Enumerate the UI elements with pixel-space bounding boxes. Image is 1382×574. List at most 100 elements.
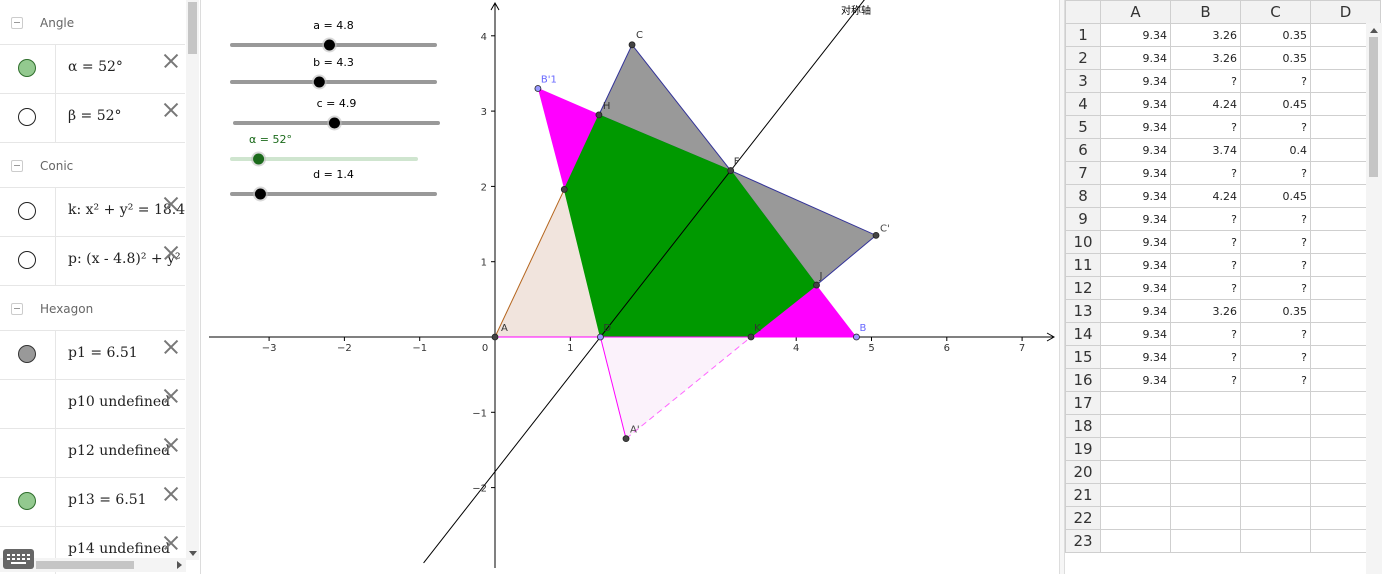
- marble-cell[interactable]: [0, 478, 56, 526]
- delete-icon[interactable]: [160, 50, 182, 72]
- delete-icon[interactable]: [160, 385, 182, 407]
- visibility-toggle-icon[interactable]: [18, 492, 36, 510]
- sheet-cell[interactable]: ?: [1240, 115, 1311, 139]
- triangle-fill-lilac[interactable]: [600, 337, 752, 439]
- algebra-group-hexagon[interactable]: Hexagon: [0, 286, 185, 330]
- sheet-cell[interactable]: [1170, 483, 1241, 507]
- sheet-cell[interactable]: ?: [1240, 345, 1311, 369]
- sheet-cell[interactable]: [1240, 506, 1311, 530]
- marble-cell[interactable]: [0, 380, 56, 428]
- point-j[interactable]: [813, 281, 820, 289]
- delete-icon[interactable]: [160, 99, 182, 121]
- sheet-cell[interactable]: [1240, 391, 1311, 415]
- graphics-canvas[interactable]: −3−2−1012345674321−1−2 对称轴 ABCDFHJKC'A'B…: [201, 0, 1059, 574]
- row-header[interactable]: 9: [1065, 207, 1101, 231]
- algebra-group-angle[interactable]: Angle: [0, 0, 185, 44]
- sheet-cell[interactable]: 9.34: [1100, 92, 1171, 116]
- scroll-thumb[interactable]: [36, 561, 134, 569]
- algebra-item[interactable]: p10 undefined: [0, 379, 185, 428]
- point-d[interactable]: [597, 333, 604, 341]
- sheet-cell[interactable]: 4.24: [1170, 92, 1241, 116]
- point-h[interactable]: [595, 111, 603, 119]
- sheet-cell[interactable]: [1100, 529, 1171, 553]
- point-ap[interactable]: [622, 435, 630, 443]
- sheet-cell[interactable]: [1240, 437, 1311, 461]
- sheet-cell[interactable]: ?: [1240, 230, 1311, 254]
- delete-icon[interactable]: [160, 434, 182, 456]
- column-header-b[interactable]: B: [1170, 0, 1241, 24]
- sheet-corner[interactable]: [1065, 0, 1101, 24]
- sheet-cell[interactable]: 0.45: [1240, 92, 1311, 116]
- algebra-item[interactable]: α = 52°: [0, 44, 185, 93]
- sheet-cell[interactable]: [1240, 414, 1311, 438]
- point-k[interactable]: [747, 333, 755, 341]
- visibility-toggle-icon[interactable]: [18, 108, 36, 126]
- sheet-cell[interactable]: [1170, 460, 1241, 484]
- algebra-item[interactable]: β = 52°: [0, 93, 185, 142]
- sheet-cell[interactable]: 9.34: [1100, 115, 1171, 139]
- algebra-expression[interactable]: p1 = 6.51: [68, 345, 138, 361]
- point-f[interactable]: [727, 167, 735, 174]
- sheet-cell[interactable]: ?: [1170, 207, 1241, 231]
- sheet-cell[interactable]: ?: [1170, 345, 1241, 369]
- scroll-right-arrow-icon[interactable]: [177, 561, 182, 569]
- delete-icon[interactable]: [160, 336, 182, 358]
- visibility-toggle-icon[interactable]: [18, 345, 36, 363]
- row-header[interactable]: 5: [1065, 115, 1101, 139]
- row-header[interactable]: 11: [1065, 253, 1101, 277]
- sheet-cell[interactable]: 9.34: [1100, 230, 1171, 254]
- point-b1[interactable]: [534, 85, 542, 92]
- marble-cell[interactable]: [0, 331, 56, 379]
- visibility-toggle-icon[interactable]: [18, 202, 36, 220]
- row-header[interactable]: 21: [1065, 483, 1101, 507]
- graphics-view[interactable]: −3−2−1012345674321−1−2 对称轴 ABCDFHJKC'A'B…: [201, 0, 1059, 574]
- sheet-cell[interactable]: [1240, 483, 1311, 507]
- sheet-cell[interactable]: [1170, 391, 1241, 415]
- slider-knob[interactable]: [323, 39, 335, 51]
- sheet-cell[interactable]: 0.35: [1240, 23, 1311, 47]
- sheet-cell[interactable]: 9.34: [1100, 276, 1171, 300]
- sheet-cell[interactable]: [1170, 437, 1241, 461]
- sheet-cell[interactable]: ?: [1240, 368, 1311, 392]
- row-header[interactable]: 20: [1065, 460, 1101, 484]
- row-header[interactable]: 12: [1065, 276, 1101, 300]
- point-g[interactable]: [560, 186, 568, 193]
- sheet-cell[interactable]: 0.4: [1240, 138, 1311, 162]
- row-header[interactable]: 6: [1065, 138, 1101, 162]
- sheet-cell[interactable]: ?: [1240, 253, 1311, 277]
- spreadsheet-view[interactable]: ABCD 1 9.34 3.26 0.35 2 9.34 3.26 0.35 3 9.34?? 4 9…: [1065, 0, 1382, 574]
- sheet-cell[interactable]: [1100, 483, 1171, 507]
- algebra-expression[interactable]: α = 52°: [68, 59, 123, 75]
- sheet-cell[interactable]: [1100, 460, 1171, 484]
- algebra-expression[interactable]: p12 undefined: [68, 443, 170, 459]
- point-b[interactable]: [853, 333, 860, 341]
- algebra-group-conic[interactable]: Conic: [0, 143, 185, 187]
- visibility-toggle-icon[interactable]: [18, 59, 36, 77]
- keyboard-icon[interactable]: [3, 549, 34, 569]
- point-c[interactable]: [628, 41, 636, 49]
- sheet-cell[interactable]: [1100, 391, 1171, 415]
- algebra-expression[interactable]: p14 undefined: [68, 541, 170, 557]
- sheet-cell[interactable]: ?: [1240, 207, 1311, 231]
- sheet-cell[interactable]: ?: [1240, 276, 1311, 300]
- algebra-item[interactable]: p: (x - 4.8)² + y² =: [0, 236, 197, 285]
- sheet-cell[interactable]: [1240, 460, 1311, 484]
- point-cp[interactable]: [872, 231, 880, 239]
- sheet-cell[interactable]: [1100, 437, 1171, 461]
- row-header[interactable]: 15: [1065, 345, 1101, 369]
- row-header[interactable]: 14: [1065, 322, 1101, 346]
- column-header-d[interactable]: D: [1310, 0, 1381, 24]
- row-header[interactable]: 22: [1065, 506, 1101, 530]
- algebra-item[interactable]: k: x² + y² = 18.49: [0, 187, 194, 236]
- spreadsheet-grid[interactable]: ABCD 1 9.34 3.26 0.35 2 9.34 3.26 0.35 3 9.34?? 4 9…: [1065, 0, 1381, 553]
- scroll-up-arrow-icon[interactable]: [1370, 28, 1378, 33]
- slider-2[interactable]: c = 4.9: [233, 97, 440, 131]
- row-header[interactable]: 18: [1065, 414, 1101, 438]
- row-header[interactable]: 13: [1065, 299, 1101, 323]
- sheet-cell[interactable]: 3.26: [1170, 299, 1241, 323]
- slider-knob[interactable]: [253, 153, 265, 165]
- sheet-cell[interactable]: 9.34: [1100, 322, 1171, 346]
- scroll-down-arrow-icon[interactable]: [189, 551, 197, 556]
- marble-cell[interactable]: [0, 45, 56, 93]
- collapse-toggle-icon[interactable]: [11, 160, 23, 172]
